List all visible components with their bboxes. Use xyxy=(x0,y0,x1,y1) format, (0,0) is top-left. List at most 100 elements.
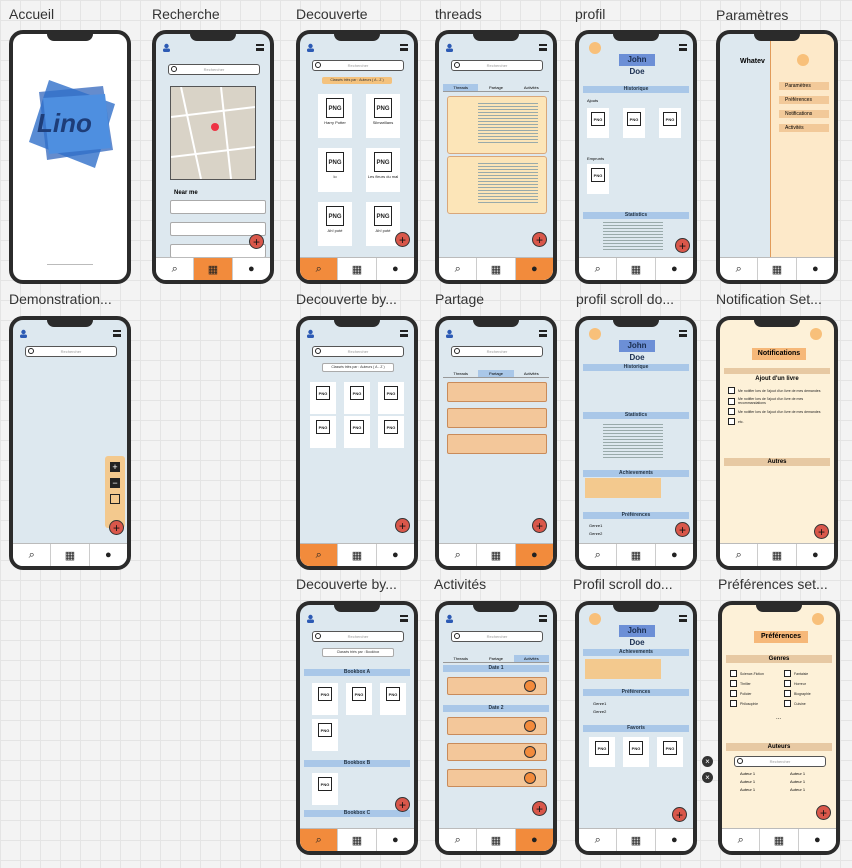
book-item[interactable]: PNG Silmarillans xyxy=(366,94,400,138)
map-nav-icon[interactable]: ▦ xyxy=(760,829,799,851)
search-input[interactable]: Rechercher xyxy=(168,64,260,75)
auteur-item[interactable]: Auteur 1 xyxy=(790,779,805,784)
book-item[interactable]: PNG xyxy=(378,382,404,414)
avatar[interactable] xyxy=(810,328,822,340)
near-me-item[interactable] xyxy=(170,222,266,236)
zoom-out-icon[interactable]: − xyxy=(110,478,120,488)
genre-checkbox[interactable]: Cuisine xyxy=(784,700,832,707)
avatar[interactable] xyxy=(812,613,824,625)
auteur-item[interactable]: Auteur 1 xyxy=(740,771,755,776)
map-view[interactable] xyxy=(170,86,256,180)
menu-item-preferences[interactable]: Préférences xyxy=(779,96,829,104)
map-nav-icon[interactable]: ▦ xyxy=(617,258,656,280)
add-button[interactable]: + xyxy=(109,520,124,535)
notif-option[interactable]: Me notifier lors de l'ajout d'un livre d… xyxy=(728,397,828,405)
book-item[interactable]: PNG xyxy=(623,108,645,138)
map-nav-icon[interactable]: ▦ xyxy=(617,544,656,566)
tab-partage[interactable]: Partage xyxy=(478,84,514,92)
search-nav-icon[interactable]: ⌕ xyxy=(156,258,195,280)
user-icon[interactable] xyxy=(19,329,28,338)
search-input[interactable]: Rechercher xyxy=(312,631,404,642)
map-nav-icon[interactable]: ▦ xyxy=(338,258,377,280)
add-button[interactable]: + xyxy=(532,232,547,247)
genre-checkbox[interactable]: Fantaisie xyxy=(784,670,832,677)
menu-icon[interactable] xyxy=(539,330,547,337)
tab-activites[interactable]: Activités xyxy=(513,370,549,378)
menu-item-notifications[interactable]: Notifications xyxy=(779,110,829,118)
search-nav-icon[interactable]: ⌕ xyxy=(439,829,478,851)
book-item[interactable]: PNG xyxy=(344,416,370,448)
menu-icon[interactable] xyxy=(539,615,547,622)
chat-nav-icon[interactable]: ● xyxy=(656,258,693,280)
thread-card[interactable] xyxy=(447,96,547,154)
search-nav-icon[interactable]: ⌕ xyxy=(722,829,761,851)
tab-activites[interactable]: Activités xyxy=(513,655,549,663)
add-button[interactable]: + xyxy=(395,232,410,247)
search-nav-icon[interactable]: ⌕ xyxy=(579,258,618,280)
chat-nav-icon[interactable]: ● xyxy=(515,829,553,851)
map-nav-icon[interactable]: ▦ xyxy=(51,544,90,566)
notif-option[interactable]: etc. xyxy=(728,418,828,425)
chat-nav-icon[interactable]: ● xyxy=(377,258,414,280)
avatar[interactable] xyxy=(797,54,809,66)
avatar[interactable] xyxy=(589,613,601,625)
chat-nav-icon[interactable]: ● xyxy=(797,258,834,280)
near-me-item[interactable] xyxy=(170,200,266,214)
search-nav-icon[interactable]: ⌕ xyxy=(13,544,52,566)
chat-nav-icon[interactable]: ● xyxy=(515,258,553,280)
map-nav-icon[interactable]: ▦ xyxy=(338,544,377,566)
search-input[interactable]: Rechercher xyxy=(312,60,404,71)
share-card[interactable] xyxy=(447,434,547,454)
menu-icon[interactable] xyxy=(539,44,547,51)
book-item[interactable]: PNG Les fleurs du mal xyxy=(366,148,400,192)
book-item[interactable]: PNG xyxy=(312,773,338,805)
thread-card[interactable] xyxy=(447,156,547,214)
chat-nav-icon[interactable]: ● xyxy=(656,544,693,566)
search-nav-icon[interactable]: ⌕ xyxy=(300,829,339,851)
menu-icon[interactable] xyxy=(679,330,687,337)
close-icon[interactable]: × xyxy=(702,772,713,783)
user-icon[interactable] xyxy=(445,43,454,52)
share-card[interactable] xyxy=(447,408,547,428)
book-item[interactable]: PNG xyxy=(344,382,370,414)
book-item[interactable]: PNG xyxy=(310,382,336,414)
auteur-item[interactable]: Auteur 1 xyxy=(790,771,805,776)
add-button[interactable]: + xyxy=(532,518,547,533)
genre-checkbox[interactable]: Philosophie xyxy=(730,700,780,707)
search-input[interactable]: Rechercher xyxy=(25,346,117,357)
chat-nav-icon[interactable]: ● xyxy=(799,829,836,851)
menu-icon[interactable] xyxy=(400,44,408,51)
search-input[interactable]: Rechercher xyxy=(451,346,543,357)
add-button[interactable]: + xyxy=(249,234,264,249)
search-input[interactable]: Rechercher xyxy=(312,346,404,357)
map-nav-icon[interactable]: ▦ xyxy=(477,258,516,280)
tab-threads[interactable]: Threads xyxy=(443,370,479,378)
book-item[interactable]: PNG xyxy=(587,108,609,138)
notif-option[interactable]: Me notifier lors de l'ajout d'un livre d… xyxy=(728,408,828,415)
book-item[interactable]: PNG Ah! poté xyxy=(318,202,352,246)
doc-icon[interactable] xyxy=(110,494,120,504)
book-item[interactable]: PNG xyxy=(623,737,649,767)
search-nav-icon[interactable]: ⌕ xyxy=(579,829,618,851)
auteur-item[interactable]: Auteur 1 xyxy=(790,787,805,792)
activity-card[interactable] xyxy=(447,677,547,695)
book-item[interactable]: PNG Harry Potter xyxy=(318,94,352,138)
sort-filter[interactable]: Classés triés par : Bookbox xyxy=(322,648,394,657)
book-item[interactable]: PNG xyxy=(312,719,338,751)
search-nav-icon[interactable]: ⌕ xyxy=(720,258,759,280)
chat-nav-icon[interactable]: ● xyxy=(797,544,834,566)
author-search-input[interactable]: Rechercher xyxy=(734,756,826,767)
close-icon[interactable]: × xyxy=(702,756,713,767)
genre-checkbox[interactable]: Policier xyxy=(730,690,780,697)
book-item[interactable]: PNG lo xyxy=(318,148,352,192)
chat-nav-icon[interactable]: ● xyxy=(656,829,693,851)
book-item[interactable]: PNG xyxy=(589,737,615,767)
menu-icon[interactable] xyxy=(400,330,408,337)
notif-option[interactable]: Me notifier lors de l'ajout d'un livre d… xyxy=(728,387,828,394)
menu-icon[interactable] xyxy=(256,44,264,51)
book-item[interactable]: PNG xyxy=(310,416,336,448)
chat-nav-icon[interactable]: ● xyxy=(377,544,414,566)
menu-item-parametres[interactable]: Paramètres xyxy=(779,82,829,90)
map-nav-icon[interactable]: ▦ xyxy=(758,258,797,280)
search-nav-icon[interactable]: ⌕ xyxy=(720,544,759,566)
